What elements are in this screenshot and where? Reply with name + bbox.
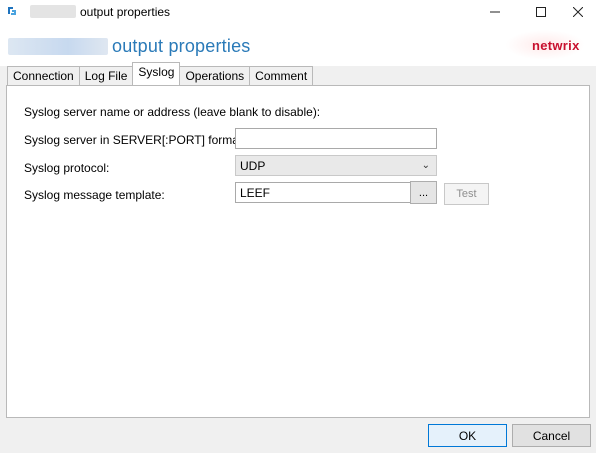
chevron-down-icon: ⌄ <box>421 160 430 171</box>
tab-connection[interactable]: Connection <box>7 66 80 85</box>
syslog-protocol-select[interactable]: UDP ⌄ <box>235 155 437 176</box>
tab-strip: Connection Log File Syslog Operations Co… <box>7 62 314 85</box>
syslog-template-label: Syslog message template: <box>24 188 165 202</box>
close-icon <box>573 7 583 17</box>
header-redacted-region <box>8 38 108 55</box>
minimize-icon <box>490 11 500 13</box>
syslog-intro-label: Syslog server name or address (leave bla… <box>24 105 321 119</box>
maximize-icon <box>536 7 546 17</box>
window-title: output properties <box>80 5 171 19</box>
syslog-server-input[interactable] <box>235 128 437 149</box>
app-icon <box>8 7 16 15</box>
tab-syslog[interactable]: Syslog <box>132 62 181 85</box>
syslog-panel: Syslog server name or address (leave bla… <box>6 85 590 418</box>
header-title: output properties <box>112 36 251 56</box>
brand-logo: netwrix <box>532 38 580 53</box>
tab-operations[interactable]: Operations <box>179 66 251 85</box>
close-button[interactable] <box>555 0 596 24</box>
cancel-button[interactable]: Cancel <box>512 424 591 447</box>
syslog-server-label: Syslog server in SERVER[:PORT] format: <box>24 133 246 147</box>
tab-log-file[interactable]: Log File <box>78 66 134 85</box>
title-bar: output properties <box>0 0 596 24</box>
title-redacted-region <box>30 5 76 18</box>
test-button[interactable]: Test <box>444 183 489 205</box>
tab-comment[interactable]: Comment <box>249 66 314 85</box>
syslog-protocol-value: UDP <box>240 158 266 173</box>
dialog-header: output properties netwrix <box>0 24 596 66</box>
syslog-protocol-label: Syslog protocol: <box>24 161 110 175</box>
syslog-template-input[interactable] <box>235 182 411 203</box>
minimize-button[interactable] <box>472 0 518 24</box>
ok-button[interactable]: OK <box>428 424 507 447</box>
browse-template-button[interactable]: ... <box>410 181 437 204</box>
